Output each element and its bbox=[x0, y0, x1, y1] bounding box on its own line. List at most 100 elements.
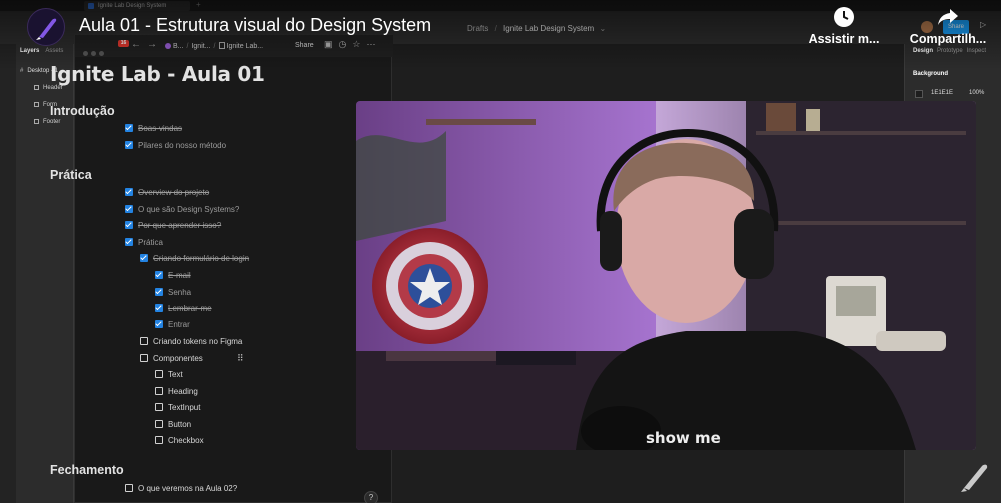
layers-panel-tabs: Layers Assets bbox=[20, 48, 63, 54]
watch-later-label: Assistir m... bbox=[808, 32, 880, 46]
todo-label: Entrar bbox=[168, 320, 190, 329]
checkbox-checked[interactable] bbox=[125, 188, 133, 196]
todo-pilares: Pilares do nosso método bbox=[125, 141, 226, 151]
background-hex-input[interactable]: 1E1E1E bbox=[931, 90, 953, 96]
star-icon[interactable]: ☆ bbox=[352, 39, 366, 49]
history-icon[interactable]: ◷ bbox=[339, 39, 353, 49]
books bbox=[766, 103, 796, 131]
window-controls bbox=[83, 43, 107, 61]
gameboy-screen bbox=[836, 286, 876, 316]
crumb-1[interactable]: B... bbox=[173, 43, 184, 50]
notion-window: 16 ←→ B... / Ignit... / Ignite Lab... Share … bbox=[74, 34, 393, 503]
checkbox-unchecked[interactable] bbox=[155, 387, 163, 395]
checkbox-unchecked[interactable] bbox=[155, 420, 163, 428]
drag-handle-icon[interactable]: ⠿ bbox=[237, 353, 244, 364]
checkbox-checked[interactable] bbox=[155, 304, 163, 312]
notion-top-icons: ▣◷☆⋯ bbox=[324, 39, 381, 50]
todo-label: O que veremos na Aula 02? bbox=[138, 484, 238, 493]
tab-assets[interactable]: Assets bbox=[45, 48, 63, 54]
layer-label: Footer bbox=[43, 119, 61, 126]
todo-label: Text bbox=[168, 370, 183, 379]
todo-pratica: Prática bbox=[125, 238, 163, 248]
checkbox-unchecked[interactable] bbox=[125, 484, 133, 492]
checkbox-checked[interactable] bbox=[125, 238, 133, 246]
minimize-dot[interactable] bbox=[91, 51, 96, 56]
watch-later-button[interactable]: Assistir m... bbox=[804, 6, 884, 46]
rocketseat-logo-icon bbox=[36, 18, 57, 40]
video-title[interactable]: Aula 01 - Estrutura visual do Design Sys… bbox=[79, 15, 431, 36]
todo-criando-form: Criando formulário de login bbox=[140, 254, 249, 264]
checkbox-checked[interactable] bbox=[155, 320, 163, 328]
forward-arrow-icon[interactable]: → bbox=[147, 39, 163, 50]
chevron-down-icon[interactable]: ⌄ bbox=[599, 24, 606, 33]
tab-inspect[interactable]: Inspect bbox=[967, 48, 986, 54]
notion-share-button[interactable]: Share bbox=[295, 42, 314, 49]
todo-label: Criando tokens no Figma bbox=[153, 337, 243, 346]
maximize-dot[interactable] bbox=[99, 51, 104, 56]
workspace-emoji-icon bbox=[165, 43, 171, 49]
checkbox-checked[interactable] bbox=[155, 288, 163, 296]
todo-label: Criando formulário de login bbox=[153, 254, 250, 263]
crumb-3[interactable]: Ignite Lab... bbox=[227, 43, 264, 50]
figma-breadcrumb: Drafts / Ignite Lab Design System ⌄ bbox=[467, 24, 606, 33]
back-arrow-icon[interactable]: ← bbox=[131, 39, 147, 50]
todo-label: Prática bbox=[138, 238, 163, 247]
share-video-button[interactable]: Compartilh... bbox=[903, 6, 993, 46]
breadcrumb-drafts[interactable]: Drafts bbox=[467, 24, 488, 33]
todo-textinput: TextInput bbox=[155, 403, 200, 413]
breadcrumb-separator: / bbox=[494, 24, 497, 33]
todo-lembrar: Lembrar-me bbox=[155, 304, 212, 314]
todo-checkbox: Checkbox bbox=[155, 436, 204, 446]
todo-por-que: Por que aprender isso? bbox=[125, 221, 221, 231]
checkbox-unchecked[interactable] bbox=[155, 436, 163, 444]
background-color-swatch[interactable] bbox=[915, 90, 923, 98]
more-icon[interactable]: ⋯ bbox=[366, 39, 381, 49]
checkbox-unchecked[interactable] bbox=[140, 354, 148, 362]
shelf bbox=[756, 131, 966, 135]
todo-boas-vindas: Boas-vindas bbox=[125, 124, 182, 134]
crumb-2[interactable]: Ignit... bbox=[191, 43, 210, 50]
notification-badge: 16 bbox=[118, 40, 129, 47]
tab-layers[interactable]: Layers bbox=[20, 48, 39, 54]
todo-label: O que são Design Systems? bbox=[138, 205, 240, 214]
tab-prototype[interactable]: Prototype bbox=[937, 48, 963, 54]
checkbox-checked[interactable] bbox=[155, 271, 163, 279]
todo-label: Overview do projeto bbox=[138, 188, 210, 197]
checkbox-checked[interactable] bbox=[140, 254, 148, 262]
checkbox-checked[interactable] bbox=[125, 141, 133, 149]
figma-file-tab-label: Ignite Lab Design System bbox=[98, 3, 167, 9]
clock-icon bbox=[834, 7, 854, 27]
page-icon bbox=[218, 42, 225, 49]
todo-text: Text bbox=[155, 370, 183, 380]
todo-entrar: Entrar bbox=[155, 320, 190, 330]
todo-label: Por que aprender isso? bbox=[138, 221, 222, 230]
breadcrumb-file-name[interactable]: Ignite Lab Design System bbox=[503, 24, 594, 33]
comment-icon[interactable]: ▣ bbox=[324, 39, 339, 49]
figma-logo-icon bbox=[88, 3, 94, 9]
wall-shelf bbox=[426, 119, 536, 125]
background-opacity-input[interactable]: 100% bbox=[969, 90, 984, 96]
close-dot[interactable] bbox=[83, 51, 88, 56]
checkbox-unchecked[interactable] bbox=[140, 337, 148, 345]
webcam-overlay: show me bbox=[356, 101, 976, 450]
todo-label: E-mail bbox=[168, 271, 191, 280]
checkbox-checked[interactable] bbox=[125, 205, 133, 213]
todo-aula-02: O que veremos na Aula 02? bbox=[125, 484, 237, 494]
checkbox-checked[interactable] bbox=[125, 124, 133, 132]
checkbox-checked[interactable] bbox=[125, 221, 133, 229]
keyboard bbox=[496, 351, 576, 365]
page-title: Ignite Lab - Aula 01 bbox=[50, 62, 265, 86]
channel-avatar[interactable] bbox=[27, 8, 65, 46]
layer-footer[interactable]: Footer bbox=[34, 119, 60, 125]
todo-email: E-mail bbox=[155, 271, 191, 281]
help-button[interactable]: ? bbox=[364, 491, 378, 503]
checkbox-unchecked[interactable] bbox=[155, 370, 163, 378]
checkbox-unchecked[interactable] bbox=[155, 403, 163, 411]
todo-componentes: Componentes bbox=[140, 354, 203, 364]
figma-file-tab[interactable]: Ignite Lab Design System bbox=[84, 1, 190, 11]
share-arrow-icon bbox=[938, 9, 958, 25]
todo-heading: Heading bbox=[155, 387, 198, 397]
new-tab-icon[interactable]: + bbox=[196, 0, 201, 9]
heading-fechamento: Fechamento bbox=[50, 463, 124, 477]
tab-design[interactable]: Design bbox=[913, 48, 933, 54]
